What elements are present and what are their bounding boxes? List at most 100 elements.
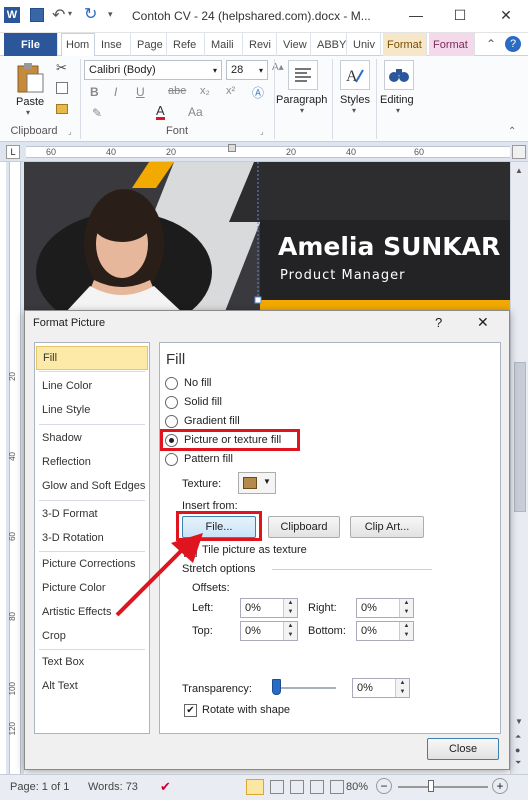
solid-fill-label[interactable]: Solid fill	[184, 396, 222, 408]
word-count[interactable]: Words: 73	[88, 781, 138, 793]
document-canvas[interactable]: Amelia SUNKAR Product Manager	[24, 162, 510, 314]
bottom-offset-input[interactable]: 0% ▲ ▼	[356, 621, 414, 641]
close-button[interactable]: Close	[427, 738, 499, 760]
slider-thumb[interactable]	[272, 679, 281, 695]
tab-insert[interactable]: Inse	[97, 33, 131, 56]
scroll-down-icon[interactable]: ▼	[515, 717, 523, 726]
gradient-fill-label[interactable]: Gradient fill	[184, 415, 240, 427]
tab-home[interactable]: Hom	[61, 33, 95, 56]
tab-selector-icon[interactable]: L	[6, 145, 20, 159]
font-name-combo[interactable]: Calibri (Body) ▾	[84, 60, 222, 80]
clip-art-button[interactable]: Clip Art...	[350, 516, 424, 538]
print-layout-icon[interactable]	[246, 779, 264, 795]
paste-dropdown-icon[interactable]: ▾	[26, 108, 30, 117]
full-screen-icon[interactable]	[270, 780, 284, 794]
styles-button[interactable]: A	[340, 60, 370, 90]
highlight-icon[interactable]: ✎	[92, 106, 102, 120]
tab-file[interactable]: File	[4, 33, 58, 56]
no-fill-radio[interactable]	[165, 377, 178, 390]
horizontal-ruler[interactable]: L 60 40 20 20 40 60	[0, 142, 528, 162]
dialog-help-button[interactable]: ?	[435, 315, 442, 330]
top-offset-input[interactable]: 0% ▲ ▼	[240, 621, 298, 641]
editing-button[interactable]	[384, 60, 414, 90]
nav-alt-text[interactable]: Alt Text	[36, 674, 148, 698]
styles-dropdown-icon[interactable]: ▾	[352, 106, 356, 115]
undo-icon[interactable]: ↶	[52, 5, 65, 25]
spinner-arrows-icon[interactable]: ▲ ▼	[283, 622, 297, 640]
zoom-in-button[interactable]: +	[492, 778, 508, 794]
zoom-slider[interactable]	[398, 786, 488, 788]
prev-page-icon[interactable]: ⏶	[515, 732, 521, 742]
tab-abbyy[interactable]: ABBY	[313, 33, 347, 56]
bold-button[interactable]: B	[90, 85, 99, 99]
browse-object-icon[interactable]: ●	[515, 745, 520, 755]
italic-button[interactable]: I	[114, 85, 117, 99]
nav-text-box[interactable]: Text Box	[36, 650, 148, 674]
nav-line-style[interactable]: Line Style	[36, 398, 148, 422]
spinner-arrows-icon[interactable]: ▲ ▼	[399, 622, 413, 640]
customize-qat-icon[interactable]: ▾	[108, 9, 113, 20]
tab-format-drawing[interactable]: Format	[383, 33, 427, 56]
collapse-ribbon-icon[interactable]: ⌃	[508, 126, 516, 137]
nav-line-color[interactable]: Line Color	[36, 374, 148, 398]
pattern-fill-label[interactable]: Pattern fill	[184, 453, 233, 465]
font-color-button[interactable]: A	[156, 104, 165, 120]
picture-fill-label[interactable]: Picture or texture fill	[184, 434, 281, 446]
zoom-level[interactable]: 80%	[346, 781, 368, 793]
format-painter-icon[interactable]	[56, 104, 68, 114]
tab-review[interactable]: Revi	[245, 33, 277, 56]
text-effects-icon[interactable]: Ⓐ	[252, 84, 264, 101]
nav-shadow[interactable]: Shadow	[36, 426, 148, 450]
tab-univ[interactable]: Univ	[349, 33, 381, 56]
right-offset-input[interactable]: 0% ▲ ▼	[356, 598, 414, 618]
minimize-ribbon-icon[interactable]: ⌃	[486, 37, 496, 51]
tab-mailings[interactable]: Maili	[207, 33, 243, 56]
next-page-icon[interactable]: ⏷	[515, 758, 521, 768]
view-ruler-icon[interactable]	[512, 145, 526, 159]
scroll-up-icon[interactable]: ▲	[515, 166, 523, 175]
paste-button[interactable]	[12, 60, 48, 96]
dialog-close-button[interactable]: ✕	[477, 314, 489, 331]
transparency-input[interactable]: 0% ▲ ▼	[352, 678, 410, 698]
texture-picker[interactable]: ▼	[238, 472, 276, 494]
ruler-indent-marker[interactable]	[228, 144, 236, 152]
spinner-arrows-icon[interactable]: ▲ ▼	[399, 599, 413, 617]
cut-icon[interactable]: ✂	[56, 60, 67, 76]
copy-icon[interactable]	[56, 82, 68, 94]
vertical-scrollbar[interactable]: ▲ ▼ ⏶ ● ⏷	[510, 162, 528, 774]
nav-glow-soft-edges[interactable]: Glow and Soft Edges	[36, 474, 148, 498]
picture-fill-radio[interactable]	[165, 434, 178, 447]
undo-dropdown-icon[interactable]: ▾	[68, 9, 72, 18]
gradient-fill-radio[interactable]	[165, 415, 178, 428]
nav-3d-format[interactable]: 3-D Format	[36, 502, 148, 526]
pattern-fill-radio[interactable]	[165, 453, 178, 466]
subscript-button[interactable]: x₂	[200, 85, 210, 97]
draft-icon[interactable]	[330, 780, 344, 794]
editing-dropdown-icon[interactable]: ▾	[396, 106, 400, 115]
spinner-arrows-icon[interactable]: ▲ ▼	[283, 599, 297, 617]
nav-reflection[interactable]: Reflection	[36, 450, 148, 474]
tab-page-layout[interactable]: Page	[133, 33, 167, 56]
spinner-arrows-icon[interactable]: ▲ ▼	[395, 679, 409, 697]
underline-button[interactable]: U	[136, 85, 145, 99]
paragraph-button[interactable]	[288, 60, 318, 90]
page-count[interactable]: Page: 1 of 1	[10, 781, 69, 793]
transparency-slider[interactable]	[272, 679, 336, 697]
maximize-button[interactable]: ☐	[438, 0, 482, 30]
clipboard-button[interactable]: Clipboard	[268, 516, 340, 538]
font-size-combo[interactable]: 28 ▾	[226, 60, 268, 80]
zoom-slider-thumb[interactable]	[428, 780, 434, 792]
paragraph-dropdown-icon[interactable]: ▾	[300, 106, 304, 115]
rotate-checkbox[interactable]: ✔	[184, 704, 197, 717]
scroll-thumb[interactable]	[514, 362, 526, 512]
rotate-label[interactable]: Rotate with shape	[202, 704, 290, 716]
minimize-button[interactable]: —	[394, 0, 438, 30]
outline-icon[interactable]	[310, 780, 324, 794]
superscript-button[interactable]: x²	[226, 85, 235, 97]
nav-crop[interactable]: Crop	[36, 624, 148, 648]
help-icon[interactable]: ?	[505, 36, 521, 52]
close-window-button[interactable]: ✕	[484, 0, 528, 30]
proofing-icon[interactable]: ✔	[160, 779, 171, 795]
dialog-launcher-icon[interactable]: ⌟	[260, 127, 264, 136]
strikethrough-button[interactable]: abe	[168, 85, 186, 97]
